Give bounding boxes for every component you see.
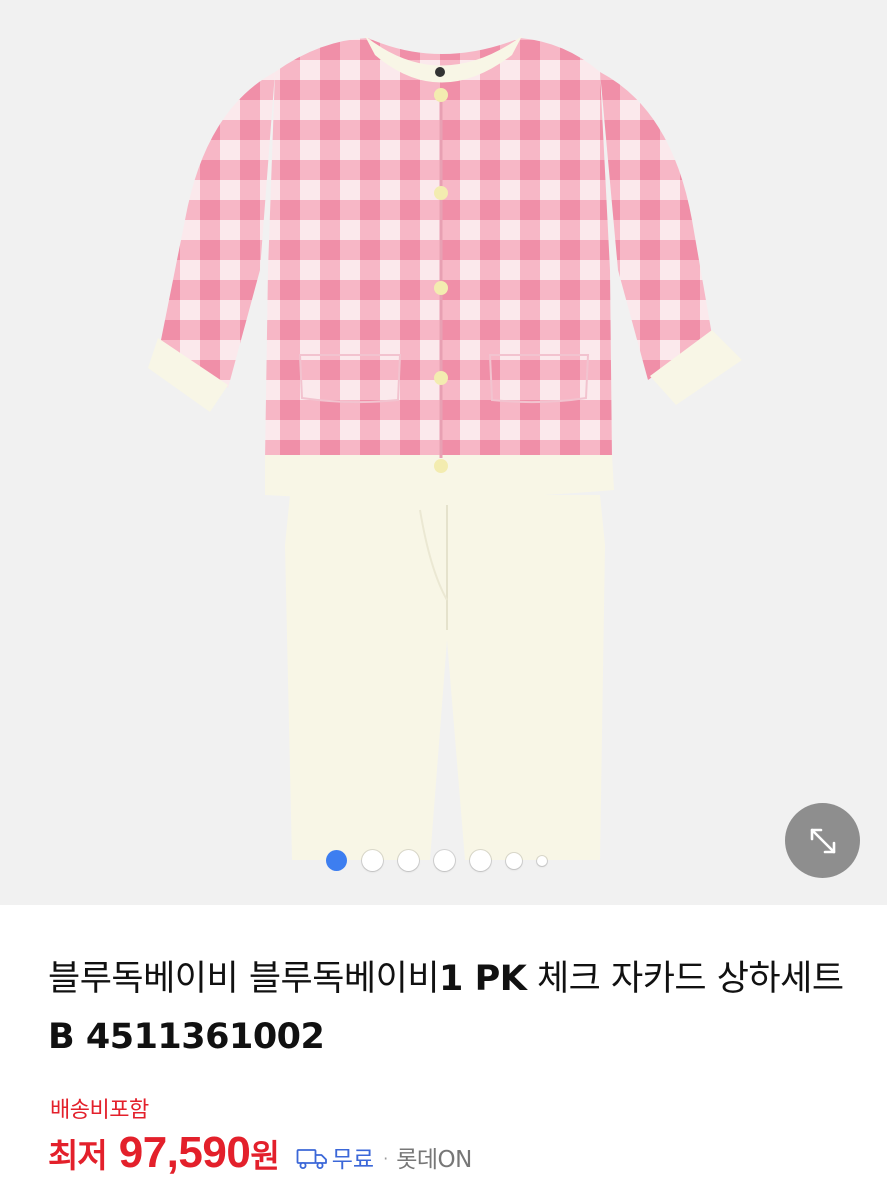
carousel-dot[interactable] — [362, 850, 383, 871]
price-currency: 원 — [250, 1137, 280, 1175]
expand-arrows-icon — [810, 828, 835, 853]
title-text: 체크 자카드 상하세트 — [526, 959, 844, 999]
lowest-price-label: 최저 — [48, 1136, 108, 1175]
price-value: 97,590 — [118, 1128, 251, 1177]
carousel-dot-active[interactable] — [326, 850, 347, 871]
title-model: 1 PK — [439, 959, 527, 999]
product-image[interactable] — [0, 0, 887, 905]
title-code: B 4511361002 — [48, 1017, 325, 1057]
product-image-gallery[interactable] — [0, 0, 887, 905]
price-row: 최저 97,590 원 무료 · 롯데ON — [48, 1128, 472, 1184]
carousel-dot[interactable] — [434, 850, 455, 871]
seller-name[interactable]: 롯데ON — [396, 1140, 472, 1174]
carousel-dot[interactable] — [537, 855, 547, 866]
expand-image-button[interactable] — [785, 803, 860, 878]
delivery-included-note: 배송비포함 — [50, 1098, 149, 1123]
carousel-dot[interactable] — [470, 850, 491, 871]
carousel-dot[interactable] — [398, 850, 419, 871]
separator: · — [383, 1149, 389, 1168]
carousel-dot[interactable] — [506, 852, 522, 869]
trousers-shape — [285, 495, 605, 860]
product-title: 블루독베이비 블루독베이비1 PK 체크 자카드 상하세트 B 451136100… — [48, 950, 848, 1066]
cardigan-body-shape — [265, 36, 614, 499]
carousel-pagination — [326, 850, 562, 871]
free-shipping-label: 무료 — [331, 1147, 375, 1173]
truck-icon — [296, 1149, 327, 1169]
title-text: 블루독베이비 블루독베이비 — [48, 959, 440, 999]
